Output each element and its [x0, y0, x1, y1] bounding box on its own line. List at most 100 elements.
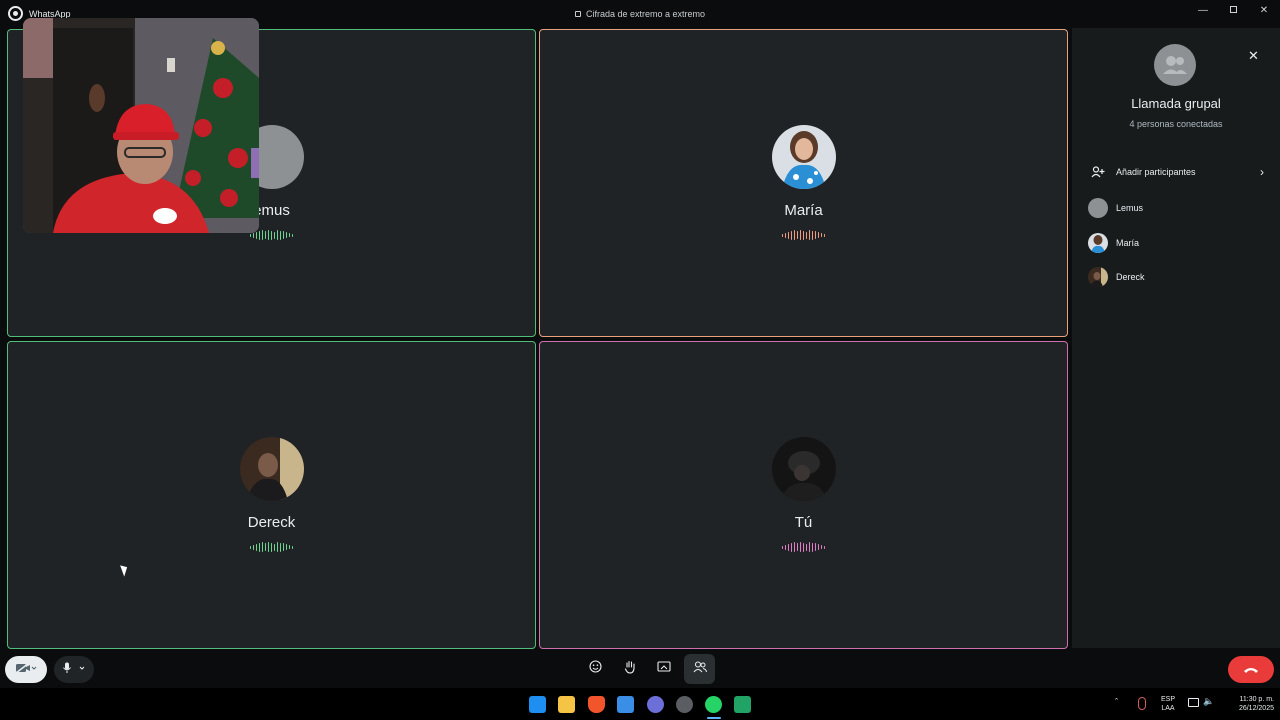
participant-avatar [239, 437, 304, 501]
wave-bar [781, 545, 783, 549]
participant-name: Dereck [1116, 272, 1145, 282]
brave-browser-icon[interactable] [588, 696, 605, 713]
wave-bar [264, 231, 266, 239]
camera-toggle-button[interactable] [5, 656, 47, 683]
wave-bar [276, 542, 279, 552]
lock-icon [574, 11, 581, 17]
wave-bar [815, 543, 817, 551]
audio-wave-icon [249, 230, 294, 240]
participant-tile-maria: María [539, 29, 1068, 337]
add-person-icon [1088, 166, 1108, 178]
clock-date: 26/12/2025 [1238, 705, 1274, 712]
game-app-icon[interactable] [647, 696, 664, 713]
end-call-button[interactable] [1228, 656, 1274, 683]
participant-avatar [771, 437, 836, 501]
add-participants-label: Añadir participantes [1116, 167, 1196, 177]
wave-bar [790, 230, 792, 240]
wave-bar [808, 230, 811, 240]
wave-bar [824, 545, 826, 549]
minimize-button[interactable]: — [1192, 4, 1214, 18]
wave-bar [784, 544, 786, 550]
participant-name: Dereck [247, 514, 296, 531]
participant-name: María [1116, 238, 1140, 248]
wave-bar [781, 233, 783, 237]
wave-bar [818, 232, 820, 238]
clock-time: 11:30 p. m. [1239, 696, 1274, 703]
share-screen-button[interactable] [653, 657, 675, 681]
wave-bar [252, 544, 254, 550]
clock[interactable]: 11:30 p. m. 26/12/2025 [1222, 695, 1274, 713]
wave-bar [289, 233, 291, 237]
windows-start-icon[interactable] [529, 696, 546, 713]
wave-bar [267, 230, 269, 240]
encryption-notice-text: Cifrada de extremo a extremo [585, 9, 706, 19]
wave-bar [818, 544, 820, 550]
whatsapp-taskbar-icon[interactable] [705, 696, 722, 713]
participant-tile-self: Tú [539, 341, 1068, 649]
add-participants-button[interactable]: Añadir participantes › [1088, 160, 1264, 184]
microphone-button[interactable] [54, 656, 94, 683]
volume-icon[interactable]: 🔈 [1203, 697, 1214, 706]
participants-button[interactable] [684, 654, 715, 684]
camera-off-icon [15, 661, 37, 679]
wave-bar [799, 230, 801, 240]
wave-bar [286, 232, 288, 238]
wave-bar [802, 542, 805, 552]
microsoft-store-icon[interactable] [617, 696, 634, 713]
wave-bar [292, 233, 294, 237]
wave-bar [292, 545, 294, 549]
wave-bar [815, 231, 817, 239]
wave-bar [808, 542, 811, 552]
wave-bar [270, 542, 273, 552]
close-icon: ✕ [1248, 48, 1259, 63]
wave-bar [258, 542, 260, 552]
emoji-reaction-button[interactable] [584, 657, 606, 681]
keyboard-language-indicator[interactable]: ESP LAA [1156, 695, 1180, 713]
show-hidden-icons-chevron-icon[interactable]: ˆ [1115, 698, 1118, 707]
restore-button[interactable] [1222, 4, 1244, 18]
chatgpt-icon[interactable] [676, 696, 693, 713]
participant-name: Tú [794, 514, 813, 531]
panel-participant-dereck[interactable]: Dereck [1088, 265, 1264, 289]
participant-avatar [1088, 233, 1108, 253]
wave-bar [276, 230, 279, 240]
group-avatar-icon [1154, 44, 1196, 86]
microphone-in-use-icon[interactable] [1138, 697, 1146, 710]
file-explorer-icon[interactable] [558, 696, 575, 713]
wave-bar [283, 543, 285, 551]
wave-bar [793, 542, 795, 552]
end-call-icon [1243, 661, 1259, 679]
spreadsheet-app-icon[interactable] [734, 696, 751, 713]
panel-title: Llamada grupal [1131, 96, 1221, 111]
microphone-icon [61, 661, 87, 679]
wave-bar [249, 233, 251, 237]
wave-bar [255, 231, 257, 239]
audio-wave-icon [781, 230, 826, 240]
language-code: ESP [1160, 696, 1175, 703]
raise-hand-button[interactable] [619, 657, 641, 681]
whatsapp-call-window: WhatsApp Cifrada de extremo a extremo — … [0, 0, 1280, 688]
window-close-button[interactable]: ✕ [1253, 4, 1275, 18]
participant-name: Lemus [1116, 203, 1144, 213]
wave-bar [264, 543, 266, 551]
panel-subtitle: 4 personas conectadas [1129, 119, 1223, 129]
wave-bar [811, 230, 814, 240]
participants-icon [693, 660, 707, 678]
wave-bar [821, 233, 823, 237]
wave-bar [796, 231, 798, 239]
active-app-indicator [707, 717, 721, 719]
wave-bar [286, 544, 288, 550]
panel-participant-maria[interactable]: María [1088, 231, 1264, 255]
call-info-panel: ✕ Llamada grupal 4 personas conectadas A… [1072, 28, 1280, 648]
keyboard-layout-code: LAA [1161, 705, 1175, 712]
self-video-preview[interactable] [23, 18, 259, 233]
panel-close-button[interactable]: ✕ [1248, 48, 1259, 64]
wave-bar [255, 543, 257, 551]
network-icon[interactable] [1188, 698, 1199, 707]
panel-participant-lemus[interactable]: Lemus [1088, 196, 1264, 220]
wave-bar [252, 232, 254, 238]
wave-bar [805, 231, 808, 239]
wave-bar [249, 545, 251, 549]
wave-bar [790, 542, 792, 552]
wave-bar [279, 542, 282, 552]
